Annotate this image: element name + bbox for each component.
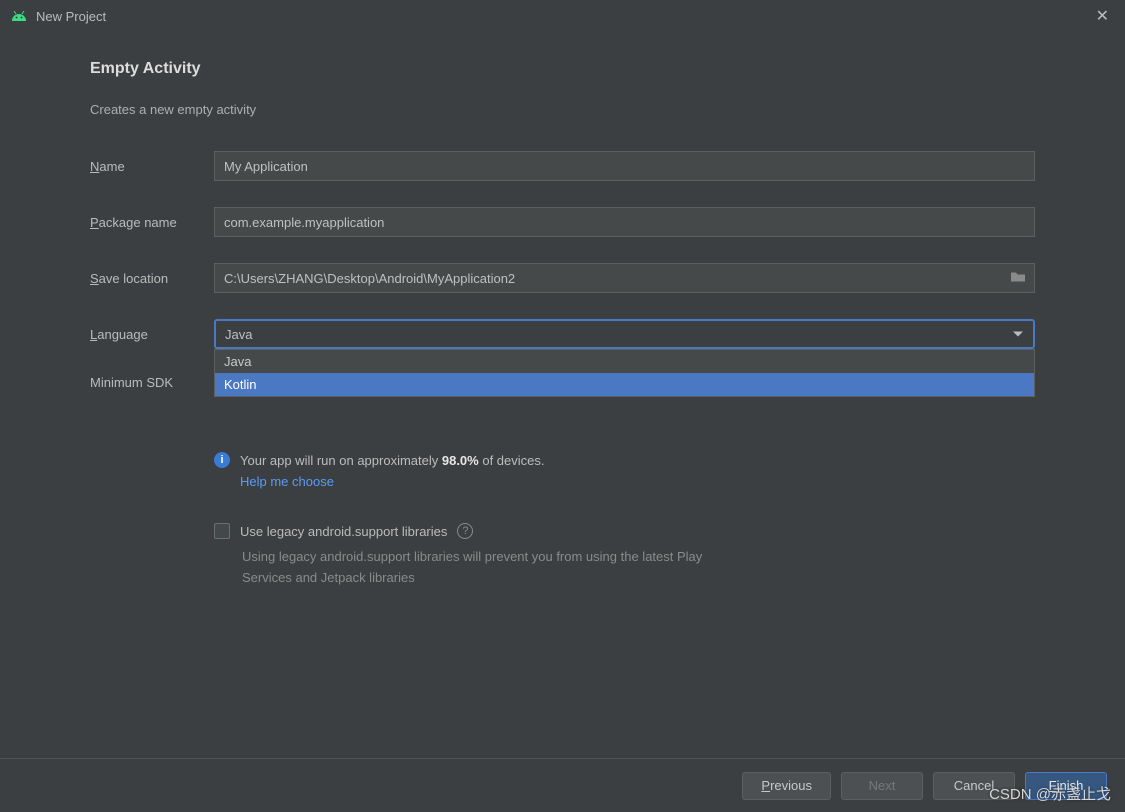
language-option-java[interactable]: Java <box>215 350 1034 373</box>
next-button: Next <box>841 772 923 800</box>
page-heading: Empty Activity <box>90 60 1035 78</box>
language-option-kotlin[interactable]: Kotlin <box>215 373 1034 396</box>
language-value: Java <box>225 327 252 342</box>
folder-icon[interactable] <box>1010 271 1026 286</box>
help-icon[interactable]: ? <box>457 523 473 539</box>
package-label: Package name <box>90 215 214 230</box>
help-me-choose-link[interactable]: Help me choose <box>240 474 1035 489</box>
name-value: My Application <box>224 159 308 174</box>
save-location-value: C:\Users\ZHANG\Desktop\Android\MyApplica… <box>224 271 515 286</box>
language-dropdown: Java Kotlin <box>214 349 1035 397</box>
info-icon: i <box>214 452 230 468</box>
package-input[interactable]: com.example.myapplication <box>214 207 1035 237</box>
chevron-down-icon <box>1013 332 1023 337</box>
cancel-button[interactable]: Cancel <box>933 772 1015 800</box>
previous-button[interactable]: Previous <box>742 772 831 800</box>
page-description: Creates a new empty activity <box>90 102 1035 117</box>
footer: Previous Next Cancel Finish <box>0 758 1125 812</box>
device-coverage-text: i Your app will run on approximately 98.… <box>214 452 1035 468</box>
name-label: Name <box>90 159 214 174</box>
finish-button[interactable]: Finish <box>1025 772 1107 800</box>
android-icon <box>10 9 28 23</box>
legacy-label: Use legacy android.support libraries <box>240 524 447 539</box>
titlebar: New Project ✕ <box>0 0 1125 32</box>
close-icon[interactable]: ✕ <box>1090 6 1115 26</box>
legacy-description: Using legacy android.support libraries w… <box>242 547 742 589</box>
language-select[interactable]: Java <box>214 319 1035 349</box>
legacy-checkbox[interactable] <box>214 523 230 539</box>
save-location-label: Save location <box>90 271 214 286</box>
minimum-sdk-label: Minimum SDK <box>90 375 214 390</box>
language-label: Language <box>90 327 214 342</box>
name-input[interactable]: My Application <box>214 151 1035 181</box>
form: Empty Activity Creates a new empty activ… <box>0 32 1125 589</box>
window-title: New Project <box>36 9 106 24</box>
package-value: com.example.myapplication <box>224 215 384 230</box>
save-location-input[interactable]: C:\Users\ZHANG\Desktop\Android\MyApplica… <box>214 263 1035 293</box>
